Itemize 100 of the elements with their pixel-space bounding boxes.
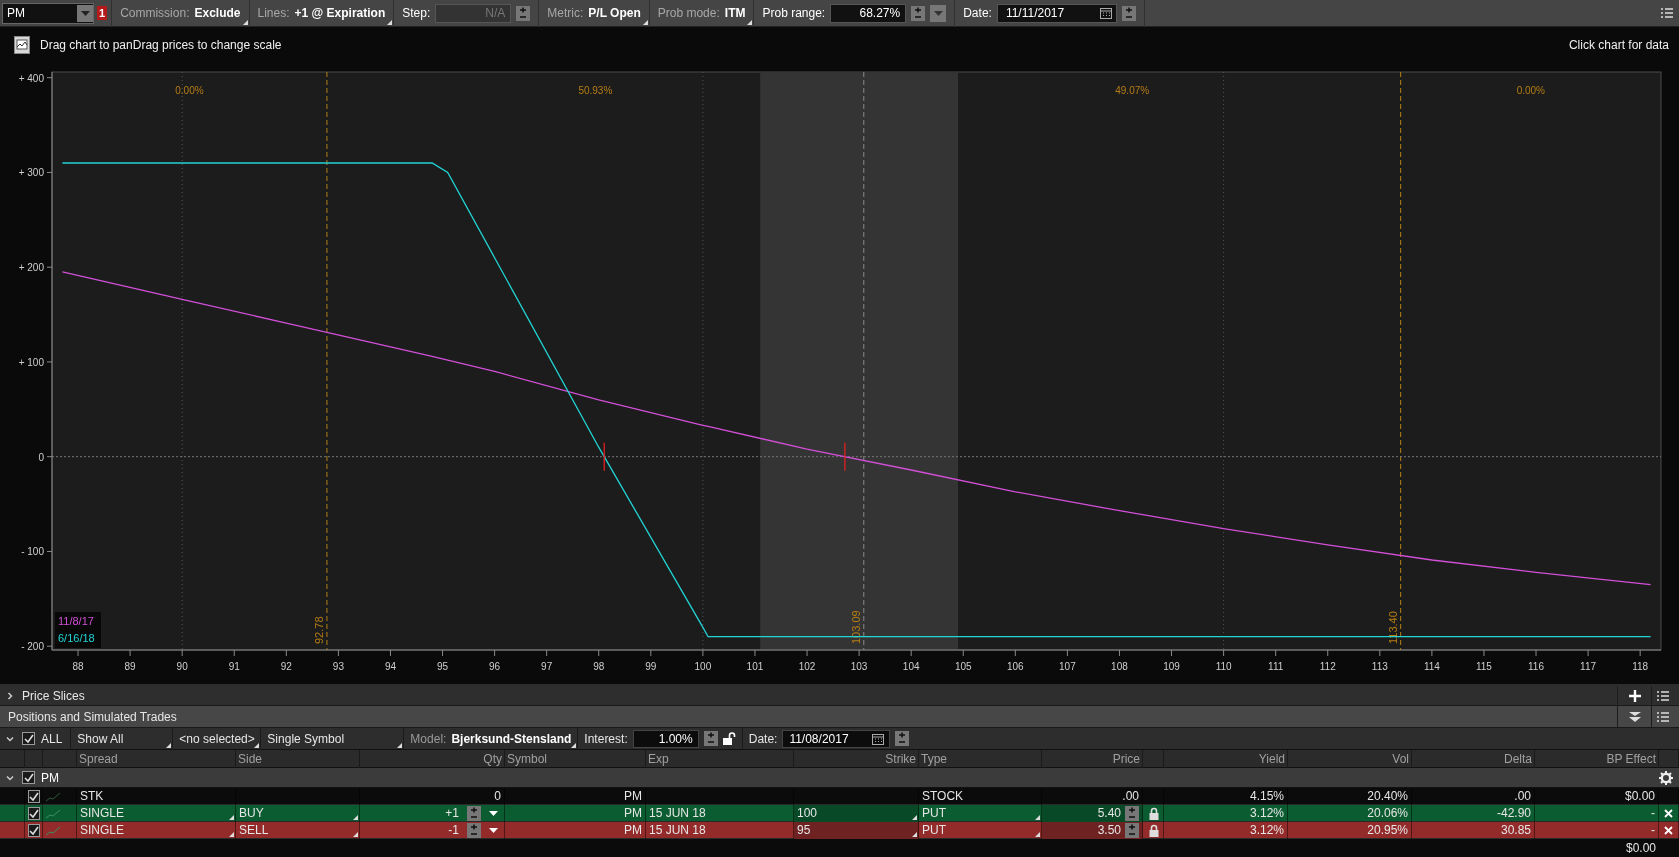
legend-label: 6/16/18: [58, 632, 95, 644]
setting-label: Commission:: [120, 6, 190, 20]
input-field: N/A: [435, 3, 512, 23]
checkbox[interactable]: [27, 824, 40, 837]
spin-button[interactable]: [911, 5, 926, 21]
filter-dropdown[interactable]: Show All: [70, 727, 173, 750]
x-axis-label: 100: [694, 661, 712, 672]
lock-icon[interactable]: [1149, 807, 1159, 820]
x-axis-label: 108: [1111, 661, 1128, 672]
x-axis-label: 116: [1528, 661, 1544, 672]
symbol-dropdown[interactable]: PM: [2, 2, 94, 24]
y-axis-label: + 200: [18, 262, 44, 274]
x-axis-label: 96: [489, 661, 501, 672]
setting-dropdown[interactable]: Prob mode: ITM: [648, 0, 754, 27]
table-cell: 100: [794, 805, 919, 822]
x-axis-label: 110: [1215, 661, 1232, 672]
x-axis-label: 94: [384, 661, 397, 672]
chart-hint: Click chart for data: [1568, 37, 1669, 52]
x-axis-label: 112: [1319, 661, 1336, 672]
x-axis-label: 103: [850, 661, 868, 672]
breakeven-marker: [844, 442, 846, 472]
close-icon[interactable]: [1664, 826, 1673, 835]
x-axis-label: 88: [72, 661, 84, 672]
setting-label: Model:: [410, 731, 447, 746]
chevron-down-icon[interactable]: [6, 773, 14, 782]
plus-icon[interactable]: [1628, 689, 1641, 702]
x-axis-label: 91: [228, 661, 240, 672]
model-dropdown[interactable]: Model: Bjerksund-Stensland: [403, 727, 578, 750]
chevron-right-icon[interactable]: [6, 691, 14, 700]
input-field[interactable]: 1.00%: [632, 729, 699, 748]
x-axis-label: 93: [332, 661, 344, 672]
lock-icon[interactable]: [1149, 824, 1159, 837]
x-axis-label: 113: [1371, 661, 1388, 672]
calendar-icon[interactable]: [1099, 7, 1112, 19]
date-field[interactable]: 11/11/2017: [996, 3, 1117, 23]
spin-button[interactable]: [467, 823, 481, 838]
group-row[interactable]: PM: [0, 768, 1679, 788]
x-axis-label: 117: [1580, 661, 1597, 672]
close-icon[interactable]: [1664, 809, 1673, 818]
probability-label: 49.07%: [1115, 85, 1150, 96]
x-axis-label: 105: [954, 661, 972, 672]
table-cell: 5.40: [1097, 805, 1121, 822]
input-field[interactable]: 68.27%: [830, 3, 907, 23]
table-cell: -1: [448, 822, 459, 839]
x-axis-label: 109: [1163, 661, 1180, 672]
field-label: Step:: [402, 6, 431, 20]
probability-label: 0.00%: [1516, 85, 1545, 96]
setting-value: ITM: [724, 6, 746, 20]
caret-icon: [933, 10, 943, 16]
sparkline-icon: [46, 808, 60, 819]
alert-badge: 1: [97, 6, 108, 20]
setting-dropdown[interactable]: Lines: +1 @ Expiration: [248, 0, 394, 27]
setting-label: Lines:: [257, 6, 290, 20]
x-axis-label: 90: [176, 661, 188, 672]
spin-button[interactable]: [1125, 823, 1139, 838]
setting-dropdown[interactable]: Commission: Exclude: [111, 0, 249, 27]
filter-label: ALL: [41, 731, 63, 746]
panel-header[interactable]: Price Slices: [0, 686, 1679, 706]
calendar-icon[interactable]: [872, 732, 885, 745]
settings-icon[interactable]: [1659, 770, 1673, 785]
field-label: Prob range:: [762, 6, 826, 20]
date-field[interactable]: 11/08/2017: [782, 729, 891, 748]
unlock-icon[interactable]: [722, 732, 736, 745]
menu-icon[interactable]: [1656, 690, 1669, 701]
spin-button[interactable]: [1125, 806, 1139, 821]
caret-icon: [488, 811, 498, 816]
spin-button[interactable]: [895, 731, 910, 746]
filter-dropdown[interactable]: <no selected>: [172, 727, 261, 750]
spin-button[interactable]: [1121, 5, 1136, 21]
x-axis-label: 92: [280, 661, 292, 672]
checkbox[interactable]: [27, 807, 40, 820]
chart-icon[interactable]: [14, 35, 30, 54]
x-axis-label: 102: [798, 661, 816, 672]
x-axis-label: 101: [746, 661, 764, 672]
menu-icon[interactable]: [1656, 711, 1669, 722]
price-level-label: 92.78: [312, 616, 325, 644]
sparkline-icon: [46, 825, 60, 836]
probability-label: 50.93%: [578, 85, 613, 96]
spin-button[interactable]: [467, 806, 481, 821]
checkbox[interactable]: [27, 790, 40, 803]
filter-dropdown[interactable]: Single Symbol: [260, 727, 404, 750]
menu-icon[interactable]: [1661, 8, 1673, 18]
panel-title: Price Slices: [22, 688, 85, 703]
x-axis-label: 104: [902, 661, 920, 672]
breakeven-marker: [603, 442, 605, 472]
y-axis-label: + 400: [18, 72, 44, 84]
checkbox[interactable]: [22, 732, 35, 745]
checkbox[interactable]: [22, 771, 35, 784]
y-axis-label: + 300: [18, 167, 44, 179]
field-label: Date:: [748, 731, 778, 746]
x-axis-label: 106: [1006, 661, 1024, 672]
group-symbol: PM: [41, 770, 59, 785]
setting-value: P/L Open: [588, 6, 641, 20]
x-axis-label: 95: [436, 661, 449, 672]
legend-label: 11/8/17: [58, 615, 94, 627]
double-chevron-icon[interactable]: [1628, 711, 1641, 722]
y-axis-label: - 200: [21, 641, 44, 653]
date-text: 11/11/2017: [1005, 6, 1065, 20]
setting-dropdown[interactable]: Metric: P/L Open: [538, 0, 649, 27]
chevron-down-icon[interactable]: [6, 734, 14, 743]
